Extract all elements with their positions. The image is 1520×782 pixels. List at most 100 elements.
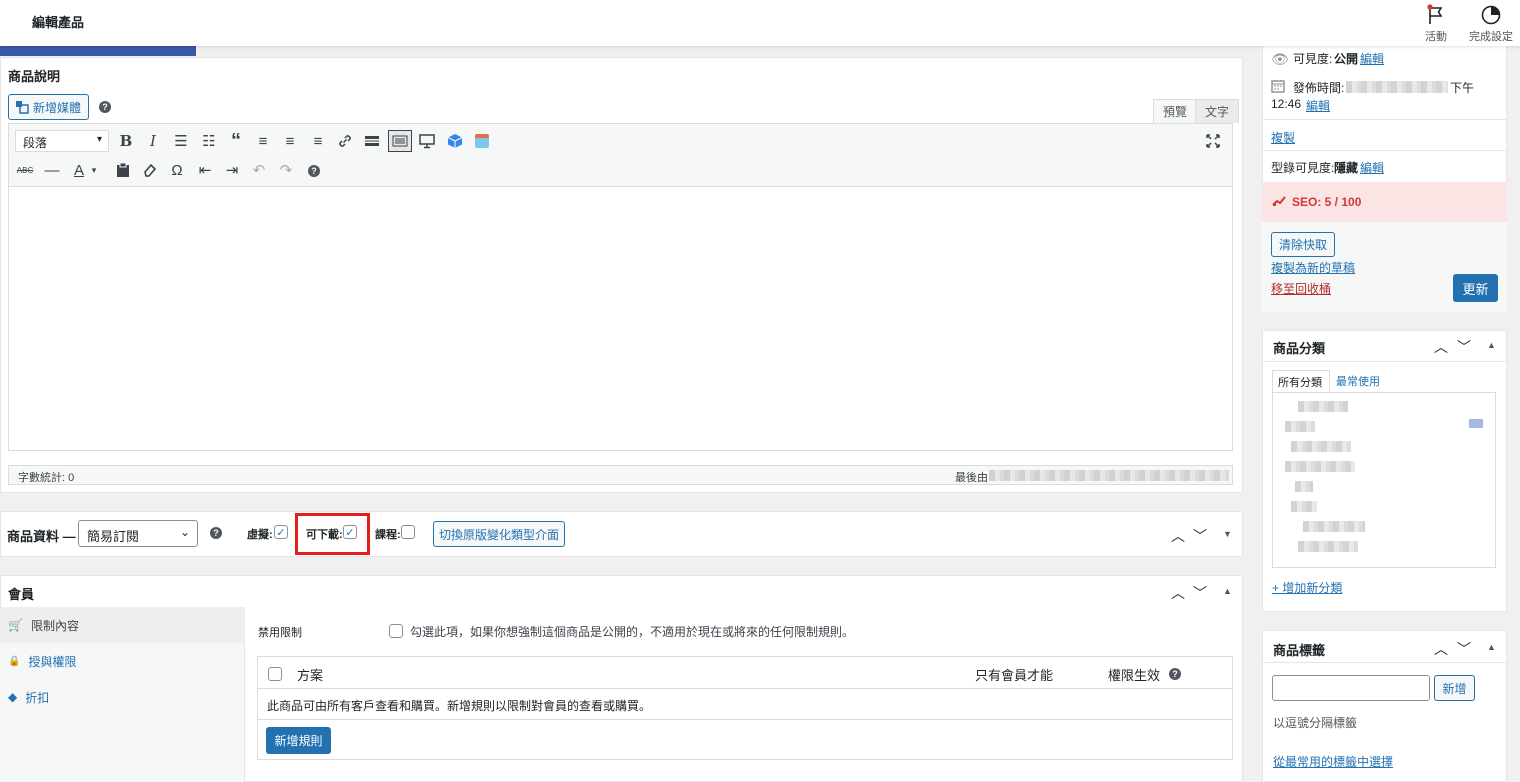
fullscreen-icon[interactable] [1201,130,1225,152]
page-title: 編輯產品 [32,15,85,30]
strikethrough-icon[interactable]: ABC [13,159,37,181]
add-tag-button[interactable]: 新增 [1434,675,1475,701]
add-media-button[interactable]: 新增媒體 [8,94,89,120]
add-new-category-link[interactable]: + 增加新分類 [1272,579,1342,596]
description-title: 商品說明 [8,69,61,84]
move-up-icon[interactable]: ︿ [1171,583,1185,603]
disable-restrictions-description: 勾選此項，如果你想強制這個商品是公開的，不適用於現在或將來的任何限制規則。 [410,625,855,639]
visibility-value: 公開 [1334,52,1359,66]
align-right-icon[interactable]: ≡ [306,130,330,152]
tags-title: 商品標籤 [1273,643,1326,658]
visibility-edit-link[interactable]: 編輯 [1360,50,1384,67]
clear-formatting-icon[interactable] [138,159,162,181]
move-to-trash-link[interactable]: 移至回收桶 [1271,280,1331,297]
toggle-panel-icon[interactable]: ▼ [1223,529,1232,539]
toolbar-toggle-icon[interactable] [388,130,412,152]
editor-status-bar: 字數統計: 0 最後由 [8,465,1233,485]
setup-button[interactable]: 完成設定 [1463,2,1519,44]
move-down-icon[interactable]: ﹀ [1457,639,1471,659]
catalog-visibility-edit-link[interactable]: 編輯 [1360,159,1384,176]
publish-time-edit-link[interactable]: 編輯 [1306,97,1330,114]
blockquote-icon[interactable]: “ [224,130,248,152]
align-center-icon[interactable]: ≡ [278,130,302,152]
seo-score-text: SEO: 5 / 100 [1292,195,1362,209]
highlight-box [295,513,370,555]
toggle-panel-icon[interactable]: ▲ [1487,642,1496,652]
choose-popular-tags-link[interactable]: 從最常用的標籤中選擇 [1273,753,1393,770]
toggle-panel-icon[interactable]: ▲ [1223,586,1232,596]
move-up-icon[interactable]: ︿ [1434,337,1448,357]
chevron-down-icon: ⌄ [179,525,190,539]
horizontal-line-icon[interactable]: — [40,159,64,181]
move-down-icon[interactable]: ﹀ [1193,583,1207,603]
italic-icon[interactable]: I [141,130,165,152]
bold-icon[interactable]: B [114,130,138,152]
publish-time-label: 發佈時間: [1293,81,1345,95]
switch-variation-ui-button[interactable]: 切換原版變化類型介面 [433,521,565,547]
setup-label: 完成設定 [1469,31,1513,43]
disable-restrictions-checkbox[interactable] [389,624,403,638]
tab-visual[interactable]: 預覽 [1153,99,1198,123]
keyboard-shortcuts-icon[interactable]: ? [308,165,320,177]
redo-icon[interactable]: ↷ [274,159,298,181]
publish-time-suffix: 下午 [1450,81,1475,95]
text-color-dropdown-icon[interactable]: ▾ [87,159,101,181]
tab-text[interactable]: 文字 [1195,99,1240,123]
monitor-icon[interactable] [415,130,439,152]
course-label: 課程: [375,529,401,541]
top-bar: 編輯產品 活動 完成設定 [0,0,1520,46]
undo-icon[interactable]: ↶ [247,159,271,181]
tab-grant-access[interactable]: 🔒 授與權限 [0,643,245,679]
activity-button[interactable]: 活動 [1408,2,1464,44]
publish-date-blurred [1346,81,1448,93]
tab-discounts[interactable]: ◆ 折扣 [0,679,245,715]
clear-cache-button[interactable]: 清除快取 [1271,232,1335,257]
table-icon[interactable] [470,130,494,152]
outdent-icon[interactable]: ⇤ [193,159,217,181]
move-up-icon[interactable]: ︿ [1171,526,1185,546]
special-character-icon[interactable]: Ω [165,159,189,181]
tab-restrict-content[interactable]: 🛒 限制內容 [0,607,245,643]
category-item-blurred [1303,521,1365,532]
virtual-checkbox[interactable]: ✓ [274,525,288,539]
help-icon[interactable]: ? [210,527,222,539]
move-up-icon[interactable]: ︿ [1434,639,1448,659]
last-edited: 最後由 [955,472,988,484]
rules-notice: 此商品可由所有客戶查看和購買。新增規則以限制對會員的查看或購買。 [267,699,652,713]
toggle-panel-icon[interactable]: ▲ [1487,340,1496,350]
column-members-only: 只有會員才能 [975,668,1054,683]
copy-to-draft-link[interactable]: 複製為新的草稿 [1271,259,1355,276]
divider [257,719,1233,720]
product-type-value: 簡易訂閱 [87,529,140,544]
divider [1262,662,1507,663]
content-editor[interactable] [8,187,1233,451]
plugin-cube-icon[interactable] [443,130,467,152]
update-button[interactable]: 更新 [1453,274,1498,302]
setup-progress-bar [0,46,196,56]
select-all-checkbox[interactable] [268,667,282,681]
format-select[interactable]: 段落 [15,130,109,152]
move-down-icon[interactable]: ﹀ [1457,337,1471,357]
link-icon[interactable] [333,130,357,152]
align-left-icon[interactable]: ≡ [251,130,275,152]
seo-icon [1272,195,1286,209]
add-rule-button[interactable]: 新增規則 [266,727,331,754]
tab-label: 限制內容 [30,618,79,633]
indent-icon[interactable]: ⇥ [220,159,244,181]
product-type-select[interactable]: 簡易訂閱 ⌄ [78,520,198,547]
copy-link[interactable]: 複製 [1271,129,1295,146]
course-checkbox[interactable] [401,525,415,539]
bullet-list-icon[interactable]: ☰ [169,130,193,152]
read-more-icon[interactable] [360,130,384,152]
cart-icon: 🛒 [8,618,23,632]
tab-all-categories[interactable]: 所有分類 [1272,370,1330,393]
divider [1262,361,1507,362]
numbered-list-icon[interactable]: ☷ [197,130,221,152]
paste-text-icon[interactable] [111,159,135,181]
tab-popular-categories[interactable]: 最常使用 [1336,373,1380,389]
tag-input[interactable] [1272,675,1430,701]
help-icon[interactable]: ? [1169,668,1181,680]
column-access: 權限生效 [1108,668,1161,683]
help-icon[interactable]: ? [99,101,111,113]
move-down-icon[interactable]: ﹀ [1193,526,1207,546]
